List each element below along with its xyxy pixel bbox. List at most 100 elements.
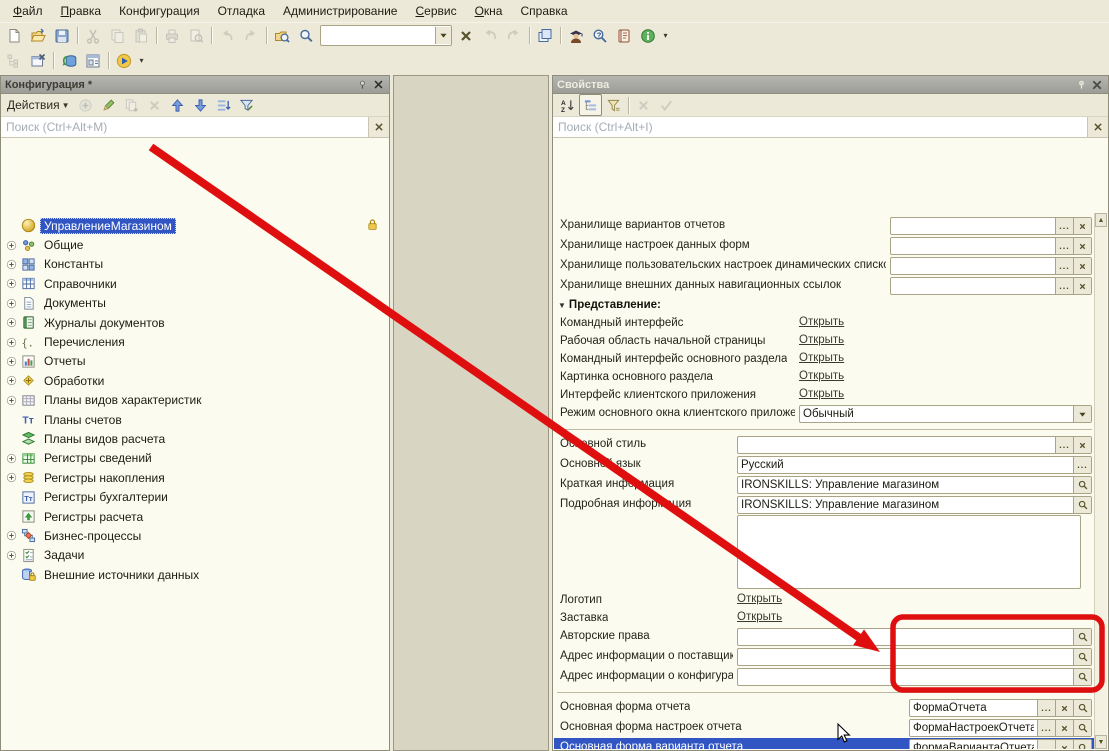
- tree-item[interactable]: Планы видов характеристик: [2, 391, 388, 410]
- open-value-button[interactable]: [1073, 669, 1091, 685]
- expand-icon[interactable]: [6, 298, 17, 309]
- paste-button[interactable]: [129, 24, 153, 48]
- clear-value-button[interactable]: [1073, 218, 1091, 234]
- category-view-button[interactable]: [579, 94, 602, 116]
- property-value-input[interactable]: [891, 218, 1055, 234]
- expand-icon[interactable]: [6, 240, 17, 251]
- global-search-button[interactable]: [270, 24, 294, 48]
- section-header[interactable]: ▼Представление:: [554, 296, 1095, 314]
- menu-item[interactable]: Справка: [511, 1, 576, 21]
- choose-ellipsis-button[interactable]: ...: [1055, 238, 1073, 254]
- tree-item[interactable]: Регистры накопления: [2, 468, 388, 487]
- property-row[interactable]: Адрес информации о конфигурации: [554, 667, 1095, 687]
- property-value-input[interactable]: [738, 629, 1073, 645]
- expand-icon[interactable]: [6, 472, 17, 483]
- open-link[interactable]: Открыть: [737, 611, 782, 623]
- tree-item[interactable]: {..}Перечисления: [2, 332, 388, 351]
- open-form-button[interactable]: [81, 49, 105, 73]
- open-value-button[interactable]: [1073, 700, 1091, 716]
- property-value-field[interactable]: [737, 628, 1092, 646]
- search-button[interactable]: [294, 24, 318, 48]
- tree-item[interactable]: Регистры расчета: [2, 507, 388, 526]
- chevron-down-icon[interactable]: [1073, 406, 1091, 422]
- add-button[interactable]: [74, 94, 97, 116]
- property-value-input[interactable]: [891, 238, 1055, 254]
- clear-value-button[interactable]: [1055, 720, 1073, 736]
- choose-ellipsis-button[interactable]: ...: [1073, 457, 1091, 473]
- open-value-button[interactable]: [1073, 649, 1091, 665]
- property-row[interactable]: ЛоготипОткрыть: [554, 591, 1095, 609]
- property-value-input[interactable]: [738, 457, 1073, 473]
- property-combobox-input[interactable]: [800, 406, 1073, 422]
- filter-properties-button[interactable]: [602, 94, 625, 116]
- menu-item[interactable]: Файл: [4, 1, 52, 21]
- toolbar-overflow-caret-icon[interactable]: ▾: [660, 31, 671, 40]
- menu-item[interactable]: Правка: [52, 1, 111, 21]
- clear-value-button[interactable]: [1055, 700, 1073, 716]
- tree-item[interactable]: Общие: [2, 235, 388, 254]
- choose-ellipsis-button[interactable]: ...: [1037, 740, 1055, 749]
- chevron-down-icon[interactable]: [435, 27, 451, 44]
- property-value-input[interactable]: [738, 669, 1073, 685]
- choose-ellipsis-button[interactable]: ...: [1055, 278, 1073, 294]
- save-button[interactable]: [50, 24, 74, 48]
- property-row[interactable]: Основная форма варианта отчета...: [554, 738, 1095, 749]
- configuration-search-input[interactable]: [1, 117, 368, 137]
- open-value-button[interactable]: [1073, 629, 1091, 645]
- go-forward-button[interactable]: [502, 24, 526, 48]
- copy-item-button[interactable]: [120, 94, 143, 116]
- property-row[interactable]: Командный интерфейс основного разделаОтк…: [554, 350, 1095, 368]
- property-value-input[interactable]: [738, 649, 1073, 665]
- expand-icon[interactable]: [6, 356, 17, 367]
- clear-value-button[interactable]: [1073, 278, 1091, 294]
- clear-value-button[interactable]: [1073, 258, 1091, 274]
- filter-button[interactable]: [235, 94, 258, 116]
- print-preview-button[interactable]: [184, 24, 208, 48]
- go-back-button[interactable]: [478, 24, 502, 48]
- properties-search-input[interactable]: [553, 117, 1087, 137]
- property-multiline-box[interactable]: [737, 515, 1081, 589]
- property-row[interactable]: Основной язык...: [554, 455, 1095, 475]
- clear-search-button[interactable]: [454, 24, 478, 48]
- cancel-edit-button[interactable]: [632, 94, 655, 116]
- configuration-tree-button[interactable]: [2, 49, 26, 73]
- pin-icon[interactable]: [355, 78, 369, 91]
- property-row[interactable]: ЗаставкаОткрыть: [554, 609, 1095, 627]
- property-value-field[interactable]: ...: [909, 739, 1092, 749]
- expand-icon[interactable]: [6, 259, 17, 270]
- move-down-button[interactable]: [189, 94, 212, 116]
- choose-ellipsis-button[interactable]: ...: [1055, 437, 1073, 453]
- open-link[interactable]: Открыть: [799, 316, 844, 328]
- open-button[interactable]: [26, 24, 50, 48]
- property-value-input[interactable]: [738, 477, 1073, 493]
- toolbar-overflow-caret-icon[interactable]: ▾: [136, 56, 147, 65]
- copy-button[interactable]: [105, 24, 129, 48]
- actions-menu-button[interactable]: Действия: [4, 98, 62, 112]
- property-value-input[interactable]: [738, 497, 1073, 513]
- clear-value-button[interactable]: [1073, 238, 1091, 254]
- open-value-button[interactable]: [1073, 720, 1091, 736]
- tree-item[interactable]: Бизнес-процессы: [2, 526, 388, 545]
- property-value-field[interactable]: ...: [909, 699, 1092, 717]
- syntax-check-button[interactable]: [564, 24, 588, 48]
- clear-search-icon[interactable]: [1087, 117, 1108, 137]
- property-value-input[interactable]: [738, 437, 1055, 453]
- tree-item[interactable]: Справочники: [2, 274, 388, 293]
- property-value-field[interactable]: [737, 476, 1092, 494]
- property-value-input[interactable]: [910, 740, 1037, 749]
- property-value-field[interactable]: [737, 648, 1092, 666]
- property-value-input[interactable]: [891, 278, 1055, 294]
- tree-item[interactable]: Константы: [2, 255, 388, 274]
- property-value-field[interactable]: ...: [890, 277, 1092, 295]
- open-link[interactable]: Открыть: [737, 593, 782, 605]
- tree-item[interactable]: ТтРегистры бухгалтерии: [2, 487, 388, 506]
- property-row[interactable]: Командный интерфейсОткрыть: [554, 314, 1095, 332]
- expand-icon[interactable]: [6, 550, 17, 561]
- scrollbar-down-button[interactable]: ▼: [1095, 735, 1107, 749]
- tree-item[interactable]: Обработки: [2, 371, 388, 390]
- property-row[interactable]: Подробная информация: [554, 495, 1095, 591]
- apply-edit-button[interactable]: [655, 94, 678, 116]
- delete-button[interactable]: [143, 94, 166, 116]
- tree-item[interactable]: УправлениеМагазином: [2, 216, 388, 235]
- expand-icon[interactable]: [6, 278, 17, 289]
